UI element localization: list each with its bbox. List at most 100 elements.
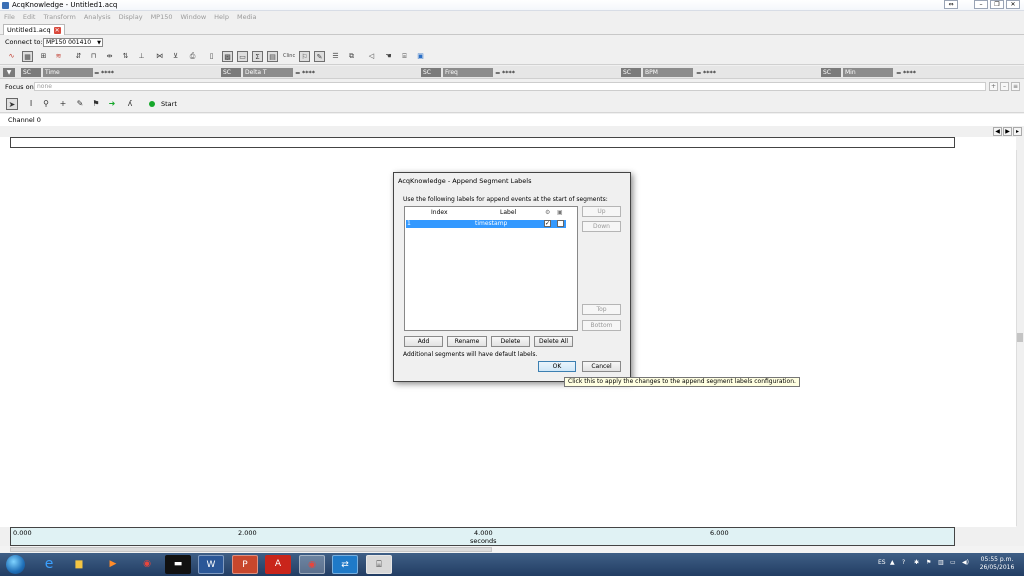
connect-dropdown[interactable]: MP150 001410 ▼ — [43, 38, 103, 47]
scale-icon[interactable]: ⇵ — [73, 51, 84, 62]
menu-help[interactable]: Help — [214, 12, 229, 22]
delete-button[interactable]: Delete — [491, 336, 530, 347]
tray-arrow-icon[interactable]: ▲ — [890, 559, 895, 566]
menu-edit[interactable]: Edit — [23, 12, 36, 22]
help-icon[interactable]: ? — [902, 559, 905, 566]
sum-icon[interactable]: Σ — [252, 51, 263, 62]
network-icon[interactable]: ▥ — [938, 559, 944, 566]
back-icon[interactable]: ◁ — [366, 51, 377, 62]
rename-button[interactable]: Rename — [447, 336, 487, 347]
hardware-icon[interactable]: ⌸ — [399, 51, 410, 62]
measure-channel-5[interactable]: SC — [821, 68, 841, 77]
column-index-header[interactable]: Index — [431, 209, 448, 216]
battery-icon[interactable]: ▭ — [950, 559, 956, 566]
vertical-scale-icon[interactable]: ⇅ — [120, 51, 131, 62]
crosshair-icon[interactable]: + — [57, 98, 69, 110]
powerpoint-icon[interactable]: P — [232, 555, 258, 574]
acrobat-icon[interactable]: A — [265, 555, 291, 574]
row-checkbox-1[interactable]: ✓ — [544, 220, 551, 227]
measure-channel-3[interactable]: SC — [421, 68, 441, 77]
menu-file[interactable]: File — [4, 12, 15, 22]
measurement-menu-icon[interactable]: ▼ — [3, 68, 15, 77]
top-button[interactable]: Top — [582, 304, 621, 315]
measure-channel-1[interactable]: SC — [21, 68, 41, 77]
ie-icon[interactable]: e — [36, 555, 62, 574]
chrome-icon[interactable]: ◉ — [134, 555, 160, 574]
measure-type-2[interactable]: Delta T — [243, 68, 293, 77]
menu-transform[interactable]: Transform — [43, 12, 75, 22]
explorer-icon[interactable]: ▆ — [66, 555, 92, 574]
hand-icon[interactable]: ☚ — [383, 51, 394, 62]
measure-type-5[interactable]: Min — [843, 68, 893, 77]
expand-icon[interactable]: ⊻ — [170, 51, 181, 62]
wave-cursor-icon[interactable]: ʎ — [124, 98, 136, 110]
ok-button[interactable]: OK — [538, 361, 576, 372]
tab-untitled1[interactable]: Untitled1.acq ✕ — [3, 24, 65, 35]
list-item[interactable]: 1 timestamp — [406, 220, 566, 228]
measure-type-4[interactable]: BPM — [643, 68, 693, 77]
focus-options-button[interactable]: ≡ — [1011, 82, 1020, 91]
media-player-icon[interactable]: ▶ — [100, 555, 126, 574]
remove-focus-button[interactable]: – — [1000, 82, 1009, 91]
scroll-end-button[interactable]: ▸ — [1013, 127, 1022, 136]
zoom-icon[interactable]: ⚲ — [40, 98, 52, 110]
up-button[interactable]: Up — [582, 206, 621, 217]
chart-icon[interactable]: ⊞ — [38, 51, 49, 62]
channel-track[interactable] — [10, 137, 955, 148]
delete-all-button[interactable]: Delete All — [534, 336, 573, 347]
menu-mp150[interactable]: MP150 — [151, 12, 173, 22]
measure-type-1[interactable]: Time — [43, 68, 93, 77]
clinic-icon[interactable]: Clinc — [283, 51, 295, 62]
edit-marker-icon[interactable]: ✎ — [314, 51, 325, 62]
chrome-window-icon[interactable]: ◉ — [299, 555, 325, 574]
overlap-icon[interactable]: ≋ — [53, 51, 64, 62]
grid-icon[interactable]: ▩ — [222, 51, 233, 62]
menu-window[interactable]: Window — [181, 12, 207, 22]
keyboard-icon[interactable]: ▤ — [267, 51, 278, 62]
journal-icon[interactable]: ▯ — [206, 51, 217, 62]
cancel-button[interactable]: Cancel — [582, 361, 621, 372]
bluetooth-icon[interactable]: ✱ — [914, 559, 919, 566]
resize-icon[interactable]: ⇔ — [944, 0, 958, 9]
acqknowledge-taskbar-icon[interactable]: ⌸ — [366, 555, 392, 574]
measure-type-3[interactable]: Freq — [443, 68, 493, 77]
arrow-cursor-icon[interactable]: ➤ — [6, 98, 18, 110]
column-label-header[interactable]: Label — [500, 209, 516, 216]
row-checkbox-2[interactable] — [557, 220, 564, 227]
focus-dropdown[interactable]: none — [34, 82, 986, 91]
forward-arrow-icon[interactable]: ➜ — [106, 98, 118, 110]
minimize-button[interactable]: – — [974, 0, 988, 9]
compress-icon[interactable]: ⋈ — [154, 51, 165, 62]
start-menu-button[interactable] — [6, 555, 25, 574]
autoscale-icon[interactable]: ⊓ — [88, 51, 99, 62]
pencil-icon[interactable]: ✎ — [74, 98, 86, 110]
print-icon[interactable]: ⎙ — [187, 51, 198, 62]
tab-close-icon[interactable]: ✕ — [53, 26, 61, 34]
terminal-icon[interactable]: ▬ — [165, 555, 191, 574]
bottom-button[interactable]: Bottom — [582, 320, 621, 331]
horizontal-scale-icon[interactable]: ⇹ — [104, 51, 115, 62]
taskbar-clock[interactable]: 05:55 p.m. 26/05/2016 — [976, 556, 1018, 572]
measure-channel-4[interactable]: SC — [621, 68, 641, 77]
menu-media[interactable]: Media — [237, 12, 257, 22]
word-icon[interactable]: W — [198, 555, 224, 574]
horizontal-scroll-thumb[interactable] — [10, 547, 492, 552]
copy-icon[interactable]: ⧉ — [346, 51, 357, 62]
volume-icon[interactable]: ◀) — [962, 559, 969, 566]
marker-tool-icon[interactable]: ⚑ — [90, 98, 102, 110]
display-icon[interactable]: ▭ — [237, 51, 248, 62]
baseline-icon[interactable]: ⊥ — [136, 51, 147, 62]
add-focus-button[interactable]: + — [989, 82, 998, 91]
scroll-right-button[interactable]: ▶ — [1003, 127, 1012, 136]
waveform-icon[interactable]: ∿ — [6, 51, 17, 62]
measure-channel-2[interactable]: SC — [221, 68, 241, 77]
flag-icon[interactable]: ⚑ — [926, 559, 931, 566]
start-record-icon[interactable] — [149, 101, 155, 107]
teamviewer-icon[interactable]: ⇄ — [332, 555, 358, 574]
marker-flag-icon[interactable]: ⚐ — [299, 51, 310, 62]
menu-display[interactable]: Display — [119, 12, 143, 22]
add-button[interactable]: Add — [404, 336, 443, 347]
labels-list[interactable]: Index Label ⚙ ▣ 1 timestamp ✓ — [404, 206, 578, 331]
monitor-icon[interactable]: ▣ — [415, 51, 426, 62]
start-button[interactable]: Start — [161, 100, 177, 108]
